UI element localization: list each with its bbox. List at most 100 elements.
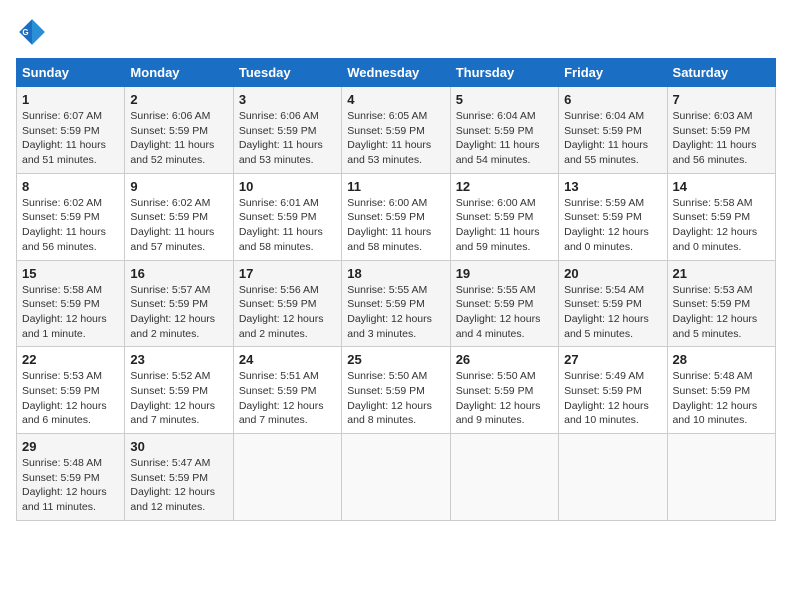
day-info: Sunrise: 6:03 AMSunset: 5:59 PMDaylight:… [673,109,770,168]
day-info: Sunrise: 5:59 AMSunset: 5:59 PMDaylight:… [564,196,661,255]
calendar-cell: 7 Sunrise: 6:03 AMSunset: 5:59 PMDaylight… [667,87,775,174]
day-number: 13 [564,179,661,194]
day-info: Sunrise: 5:47 AMSunset: 5:59 PMDaylight:… [130,456,227,515]
header-row: SundayMondayTuesdayWednesdayThursdayFrid… [17,59,776,87]
day-info: Sunrise: 6:06 AMSunset: 5:59 PMDaylight:… [239,109,336,168]
day-info: Sunrise: 5:56 AMSunset: 5:59 PMDaylight:… [239,283,336,342]
day-info: Sunrise: 6:01 AMSunset: 5:59 PMDaylight:… [239,196,336,255]
day-number: 23 [130,352,227,367]
calendar-cell: 3 Sunrise: 6:06 AMSunset: 5:59 PMDaylight… [233,87,341,174]
day-number: 15 [22,266,119,281]
calendar-table: SundayMondayTuesdayWednesdayThursdayFrid… [16,58,776,521]
calendar-cell: 13 Sunrise: 5:59 AMSunset: 5:59 PMDayligh… [559,173,667,260]
day-number: 24 [239,352,336,367]
calendar-cell: 11 Sunrise: 6:00 AMSunset: 5:59 PMDayligh… [342,173,450,260]
calendar-cell [342,434,450,521]
day-number: 14 [673,179,770,194]
day-number: 17 [239,266,336,281]
calendar-cell: 23Sunrise: 5:52 AMSunset: 5:59 PMDayligh… [125,347,233,434]
week-row-4: 22 Sunrise: 5:53 AMSunset: 5:59 PMDayligh… [17,347,776,434]
week-row-5: 29 Sunrise: 5:48 AMSunset: 5:59 PMDayligh… [17,434,776,521]
calendar-cell [667,434,775,521]
day-number: 6 [564,92,661,107]
day-number: 5 [456,92,553,107]
calendar-cell: 8 Sunrise: 6:02 AMSunset: 5:59 PMDaylight… [17,173,125,260]
calendar-cell: 6 Sunrise: 6:04 AMSunset: 5:59 PMDaylight… [559,87,667,174]
week-row-3: 15 Sunrise: 5:58 AMSunset: 5:59 PMDayligh… [17,260,776,347]
day-number: 16 [130,266,227,281]
calendar-cell: 19 Sunrise: 5:55 AMSunset: 5:59 PMDayligh… [450,260,558,347]
calendar-cell: 10 Sunrise: 6:01 AMSunset: 5:59 PMDayligh… [233,173,341,260]
day-number: 18 [347,266,444,281]
header-day-saturday: Saturday [667,59,775,87]
day-info: Sunrise: 5:53 AMSunset: 5:59 PMDaylight:… [22,369,119,428]
day-number: 1 [22,92,119,107]
header-day-tuesday: Tuesday [233,59,341,87]
day-info: Sunrise: 6:04 AMSunset: 5:59 PMDaylight:… [564,109,661,168]
day-number: 11 [347,179,444,194]
day-number: 7 [673,92,770,107]
logo-icon: G [16,16,48,48]
calendar-cell: 27 Sunrise: 5:49 AMSunset: 5:59 PMDayligh… [559,347,667,434]
calendar-cell: 20Sunrise: 5:54 AMSunset: 5:59 PMDayligh… [559,260,667,347]
header-day-sunday: Sunday [17,59,125,87]
day-info: Sunrise: 6:00 AMSunset: 5:59 PMDaylight:… [456,196,553,255]
calendar-cell [559,434,667,521]
day-info: Sunrise: 5:55 AMSunset: 5:59 PMDaylight:… [347,283,444,342]
calendar-cell: 1 Sunrise: 6:07 AMSunset: 5:59 PMDaylight… [17,87,125,174]
day-number: 9 [130,179,227,194]
day-number: 8 [22,179,119,194]
calendar-body: 1 Sunrise: 6:07 AMSunset: 5:59 PMDaylight… [17,87,776,521]
day-number: 27 [564,352,661,367]
day-info: Sunrise: 6:02 AMSunset: 5:59 PMDaylight:… [22,196,119,255]
calendar-cell: 26Sunrise: 5:50 AMSunset: 5:59 PMDayligh… [450,347,558,434]
day-info: Sunrise: 6:07 AMSunset: 5:59 PMDaylight:… [22,109,119,168]
day-info: Sunrise: 5:53 AMSunset: 5:59 PMDaylight:… [673,283,770,342]
day-info: Sunrise: 5:58 AMSunset: 5:59 PMDaylight:… [673,196,770,255]
calendar-cell: 25 Sunrise: 5:50 AMSunset: 5:59 PMDayligh… [342,347,450,434]
day-number: 22 [22,352,119,367]
calendar-cell [450,434,558,521]
day-info: Sunrise: 5:57 AMSunset: 5:59 PMDaylight:… [130,283,227,342]
calendar-cell: 24 Sunrise: 5:51 AMSunset: 5:59 PMDayligh… [233,347,341,434]
day-number: 19 [456,266,553,281]
day-info: Sunrise: 5:51 AMSunset: 5:59 PMDaylight:… [239,369,336,428]
day-info: Sunrise: 5:55 AMSunset: 5:59 PMDaylight:… [456,283,553,342]
week-row-2: 8 Sunrise: 6:02 AMSunset: 5:59 PMDaylight… [17,173,776,260]
calendar-cell: 15 Sunrise: 5:58 AMSunset: 5:59 PMDayligh… [17,260,125,347]
day-info: Sunrise: 6:06 AMSunset: 5:59 PMDaylight:… [130,109,227,168]
day-number: 3 [239,92,336,107]
day-info: Sunrise: 5:48 AMSunset: 5:59 PMDaylight:… [673,369,770,428]
calendar-cell: 29 Sunrise: 5:48 AMSunset: 5:59 PMDayligh… [17,434,125,521]
day-info: Sunrise: 5:49 AMSunset: 5:59 PMDaylight:… [564,369,661,428]
calendar-cell: 5 Sunrise: 6:04 AMSunset: 5:59 PMDaylight… [450,87,558,174]
calendar-cell: 17 Sunrise: 5:56 AMSunset: 5:59 PMDayligh… [233,260,341,347]
day-info: Sunrise: 5:48 AMSunset: 5:59 PMDaylight:… [22,456,119,515]
day-info: Sunrise: 5:50 AMSunset: 5:59 PMDaylight:… [347,369,444,428]
header-day-friday: Friday [559,59,667,87]
day-number: 29 [22,439,119,454]
day-number: 20 [564,266,661,281]
calendar-cell: 28Sunrise: 5:48 AMSunset: 5:59 PMDayligh… [667,347,775,434]
day-number: 25 [347,352,444,367]
day-number: 2 [130,92,227,107]
logo: G [16,16,52,48]
calendar-header: SundayMondayTuesdayWednesdayThursdayFrid… [17,59,776,87]
day-info: Sunrise: 6:04 AMSunset: 5:59 PMDaylight:… [456,109,553,168]
page-header: G [16,16,776,48]
header-day-wednesday: Wednesday [342,59,450,87]
day-number: 12 [456,179,553,194]
day-number: 21 [673,266,770,281]
svg-text:G: G [22,28,28,37]
day-info: Sunrise: 6:05 AMSunset: 5:59 PMDaylight:… [347,109,444,168]
calendar-cell: 22 Sunrise: 5:53 AMSunset: 5:59 PMDayligh… [17,347,125,434]
calendar-cell: 21 Sunrise: 5:53 AMSunset: 5:59 PMDayligh… [667,260,775,347]
calendar-cell: 14 Sunrise: 5:58 AMSunset: 5:59 PMDayligh… [667,173,775,260]
calendar-cell: 30Sunrise: 5:47 AMSunset: 5:59 PMDayligh… [125,434,233,521]
week-row-1: 1 Sunrise: 6:07 AMSunset: 5:59 PMDaylight… [17,87,776,174]
day-info: Sunrise: 6:00 AMSunset: 5:59 PMDaylight:… [347,196,444,255]
day-number: 4 [347,92,444,107]
calendar-cell: 18 Sunrise: 5:55 AMSunset: 5:59 PMDayligh… [342,260,450,347]
day-info: Sunrise: 5:58 AMSunset: 5:59 PMDaylight:… [22,283,119,342]
day-number: 10 [239,179,336,194]
